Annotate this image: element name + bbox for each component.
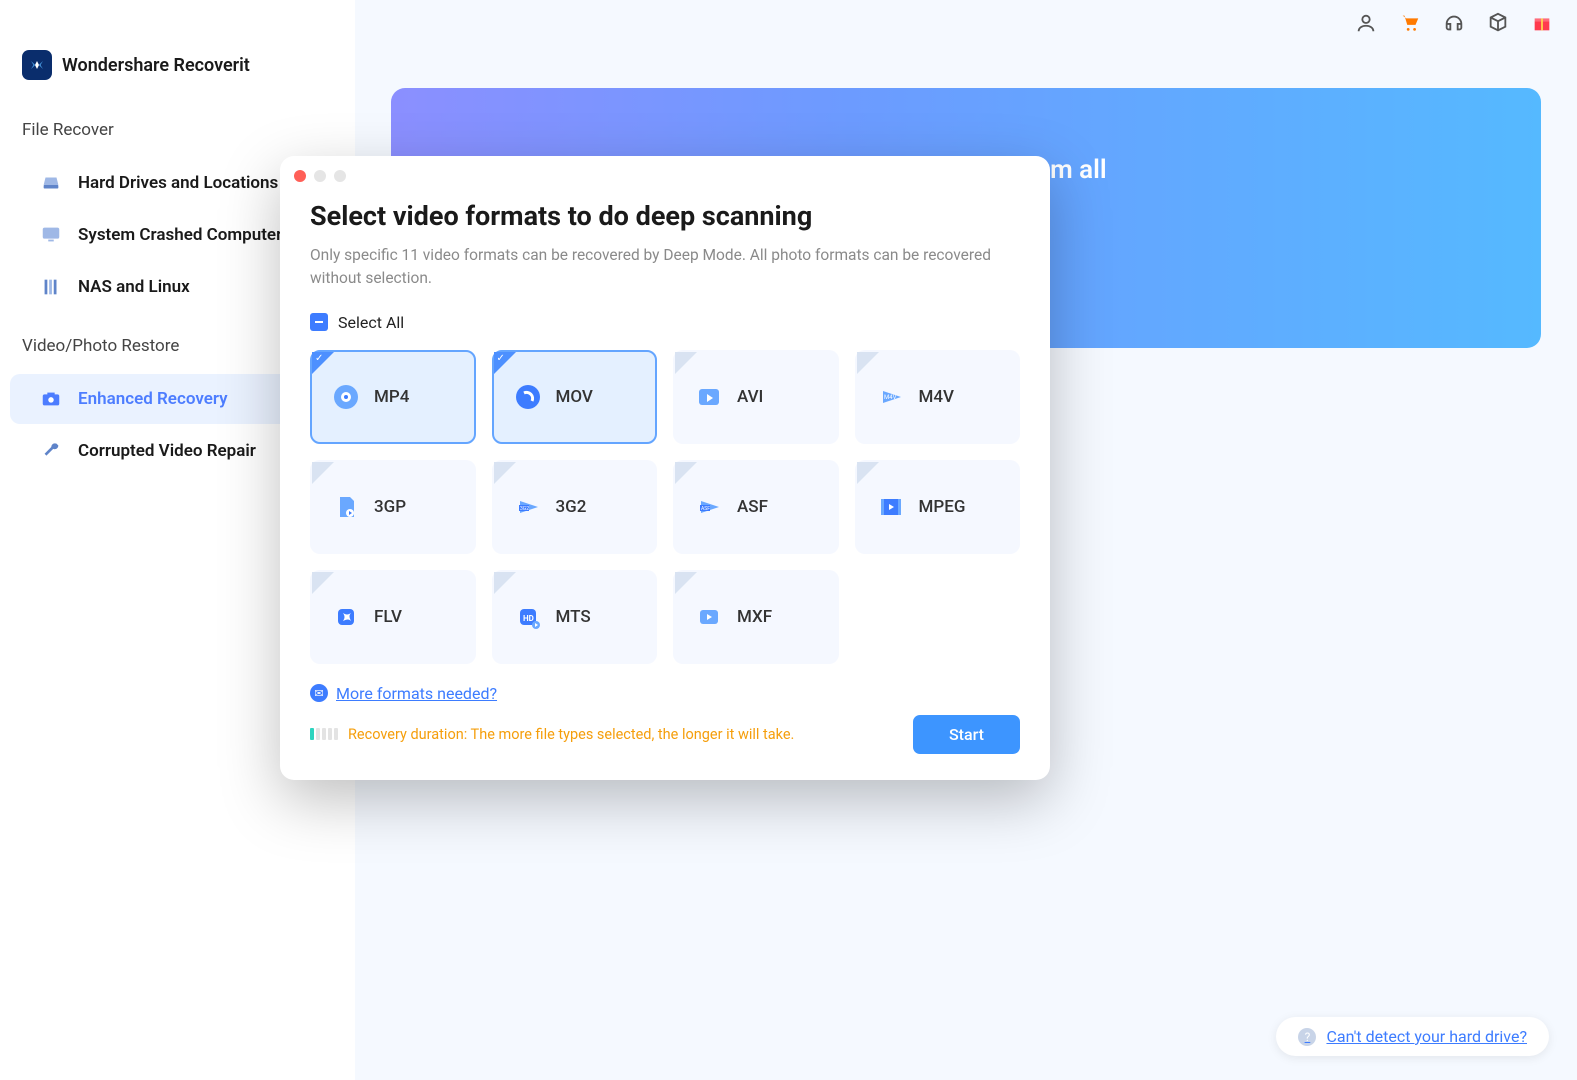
svg-text:HD: HD	[523, 614, 534, 623]
format-card-mov[interactable]: ✓ MOV	[492, 350, 658, 444]
corner-indicator-icon	[494, 572, 516, 594]
corner-indicator-icon	[312, 462, 334, 484]
format-label: MPEG	[919, 497, 966, 517]
format-card-mxf[interactable]: MXF	[673, 570, 839, 664]
modal-overlay: Select video formats to do deep scanning…	[0, 0, 1577, 1080]
corner-indicator-icon	[675, 352, 697, 374]
check-icon: ✓	[315, 353, 323, 364]
duration-bars-icon	[310, 728, 338, 740]
format-card-avi[interactable]: AVI	[673, 350, 839, 444]
svg-text:ASF: ASF	[701, 506, 710, 512]
asf-format-icon: ASF	[693, 491, 725, 523]
corner-indicator-icon	[312, 572, 334, 594]
mpeg-format-icon	[875, 491, 907, 523]
format-card-flv[interactable]: FLV	[310, 570, 476, 664]
format-label: AVI	[737, 387, 763, 407]
svg-text:3G2: 3G2	[520, 506, 529, 512]
format-card-mp4[interactable]: ✓ MP4	[310, 350, 476, 444]
duration-text: Recovery duration: The more file types s…	[348, 726, 794, 743]
corner-indicator-icon	[675, 462, 697, 484]
format-label: M4V	[919, 387, 955, 407]
format-card-3gp[interactable]: 3GP	[310, 460, 476, 554]
mp4-format-icon	[330, 381, 362, 413]
mxf-format-icon	[693, 601, 725, 633]
flv-format-icon	[330, 601, 362, 633]
more-formats-link[interactable]: ✉ More formats needed?	[310, 684, 1020, 703]
format-card-3g2[interactable]: 3G2 3G2	[492, 460, 658, 554]
format-card-mts[interactable]: HD MTS	[492, 570, 658, 664]
format-label: MTS	[556, 607, 591, 627]
format-label: MOV	[556, 387, 593, 407]
chat-icon: ✉	[310, 684, 328, 702]
3gp-format-icon	[330, 491, 362, 523]
corner-indicator-icon	[857, 352, 879, 374]
select-all-label: Select All	[338, 313, 404, 332]
start-button[interactable]: Start	[913, 715, 1020, 754]
corner-indicator-icon	[675, 572, 697, 594]
format-card-m4v[interactable]: M4V M4V	[855, 350, 1021, 444]
svg-text:M4V: M4V	[884, 394, 897, 401]
format-label: ASF	[737, 497, 768, 517]
format-label: MP4	[374, 387, 409, 407]
corner-indicator-icon	[494, 462, 516, 484]
format-label: MXF	[737, 607, 772, 627]
format-card-mpeg[interactable]: MPEG	[855, 460, 1021, 554]
mts-format-icon: HD	[512, 601, 544, 633]
duration-note: Recovery duration: The more file types s…	[310, 726, 794, 743]
3g2-format-icon: 3G2	[512, 491, 544, 523]
checkbox-indeterminate-icon	[310, 313, 328, 331]
format-grid: ✓ MP4 ✓ MOV AVI M4V M4V 3GP 3G2 3G2 ASF …	[310, 350, 1020, 664]
m4v-format-icon: M4V	[875, 381, 907, 413]
close-icon[interactable]	[294, 170, 306, 182]
format-card-asf[interactable]: ASF ASF	[673, 460, 839, 554]
modal-title: Select video formats to do deep scanning	[310, 200, 1020, 232]
format-label: FLV	[374, 607, 402, 627]
format-select-modal: Select video formats to do deep scanning…	[280, 156, 1050, 780]
modal-subtitle: Only specific 11 video formats can be re…	[310, 244, 1020, 291]
corner-indicator-icon	[857, 462, 879, 484]
modal-traffic-lights[interactable]	[294, 170, 346, 182]
more-formats-label: More formats needed?	[336, 684, 497, 703]
format-label: 3GP	[374, 497, 406, 517]
select-all-checkbox[interactable]: Select All	[310, 313, 1020, 332]
format-label: 3G2	[556, 497, 587, 517]
avi-format-icon	[693, 381, 725, 413]
check-icon: ✓	[497, 353, 505, 364]
mov-format-icon	[512, 381, 544, 413]
